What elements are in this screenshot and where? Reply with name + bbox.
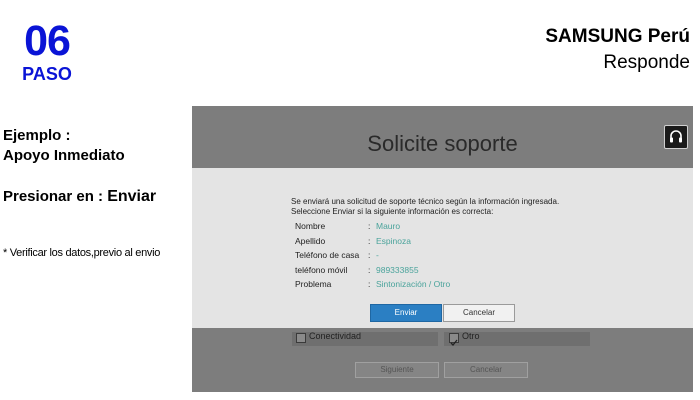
support-screen: Solicite soporte Conectividad Otro Sigui… (192, 106, 693, 392)
background-cancel-button[interactable]: Cancelar (444, 362, 528, 378)
step-number: 06 (24, 17, 71, 65)
instruction-example: Ejemplo : (3, 127, 71, 144)
info-value: Sintonización / Otro (376, 279, 451, 289)
instruction-example-type: Apoyo Inmediato (3, 147, 125, 164)
info-value: 989333855 (376, 264, 419, 275)
confirmation-dialog: Se enviará una solicitud de soporte técn… (192, 168, 693, 328)
check-icon (450, 339, 458, 346)
info-label: teléfono móvil (295, 264, 348, 275)
info-label: Teléfono de casa (295, 250, 360, 260)
connectivity-label: Conectividad (309, 331, 362, 341)
instruction-action: Presionar en : Enviar (3, 187, 156, 207)
info-label: Apellido (295, 235, 326, 246)
info-label: Problema (295, 279, 332, 289)
cancel-button[interactable]: Cancelar (443, 304, 515, 322)
screen-title: Solicite soporte (367, 131, 518, 156)
info-value: - (376, 250, 379, 260)
headset-icon (670, 130, 682, 143)
next-button[interactable]: Siguiente (355, 362, 439, 378)
verification-note: * Verificar los datos,previo al envio (3, 247, 161, 259)
info-value: Espinoza (376, 235, 411, 246)
instruction-action-target: Enviar (107, 188, 157, 205)
other-label: Otro (462, 331, 480, 341)
confirmation-message-line1: Se enviará una solicitud de soporte técn… (291, 197, 560, 206)
help-button[interactable] (664, 125, 688, 149)
step-label: PASO (22, 64, 72, 84)
connectivity-checkbox[interactable] (296, 333, 306, 343)
send-button[interactable]: Enviar (370, 304, 442, 322)
info-value: Mauro (376, 221, 401, 231)
confirmation-message: Se enviará una solicitud de soporte técn… (291, 197, 559, 217)
confirmation-message-line2: Seleccione Enviar si la siguiente inform… (291, 207, 494, 216)
info-label: Nombre (295, 221, 326, 231)
brand-subtitle: Responde (603, 52, 690, 73)
brand-title: SAMSUNG Perú (545, 26, 690, 47)
other-checkbox[interactable] (449, 333, 459, 346)
instruction-action-prefix: Presionar en : (3, 188, 108, 205)
